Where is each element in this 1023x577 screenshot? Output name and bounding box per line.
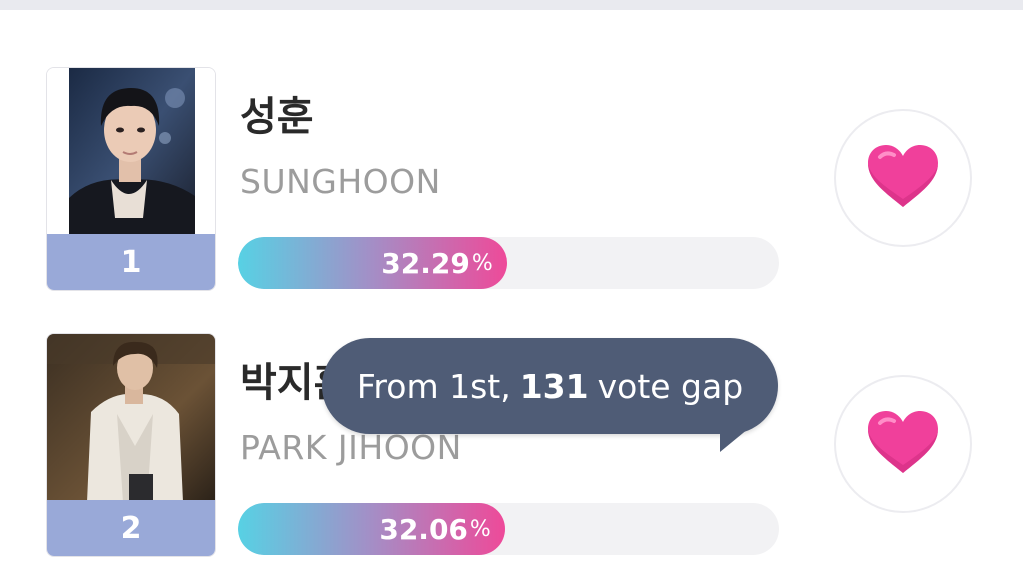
percent-sign: % bbox=[471, 250, 493, 276]
vote-progress-fill: 32.29% bbox=[238, 237, 507, 289]
heart-icon bbox=[866, 409, 940, 479]
vote-percent: 32.29 bbox=[381, 246, 470, 280]
rank-badge: 2 bbox=[47, 500, 215, 556]
vote-heart-button[interactable] bbox=[834, 109, 972, 247]
candidate-photo-card[interactable]: 1 bbox=[46, 67, 216, 291]
tooltip-gap-count: 131 bbox=[519, 366, 589, 406]
vote-progress-bar: 32.29% bbox=[238, 237, 779, 289]
tooltip-tail bbox=[720, 424, 754, 452]
candidate-name-korean: 성훈 bbox=[240, 94, 314, 140]
heart-icon bbox=[866, 143, 940, 213]
candidate-photo-card[interactable]: 2 bbox=[46, 333, 216, 557]
vote-gap-tooltip: From 1st, 131 vote gap bbox=[322, 338, 778, 452]
rank-badge: 1 bbox=[47, 234, 215, 290]
vote-progress-fill: 32.06% bbox=[238, 503, 505, 555]
candidate-row[interactable]: 1 성훈 SUNGHOON 32.29% bbox=[0, 67, 1023, 291]
percent-sign: % bbox=[469, 516, 491, 542]
vote-percent: 32.06 bbox=[379, 512, 468, 546]
candidate-photo bbox=[47, 68, 215, 236]
vote-progress-bar: 32.06% bbox=[238, 503, 779, 555]
top-divider bbox=[0, 0, 1023, 10]
tooltip-suffix: vote gap bbox=[597, 366, 744, 406]
tooltip-prefix: From 1st, bbox=[356, 366, 511, 406]
vote-heart-button[interactable] bbox=[834, 375, 972, 513]
candidate-photo bbox=[47, 334, 215, 502]
candidate-name-english: SUNGHOON bbox=[240, 162, 441, 201]
candidate-name-english: PARK JIHOON bbox=[240, 428, 462, 467]
